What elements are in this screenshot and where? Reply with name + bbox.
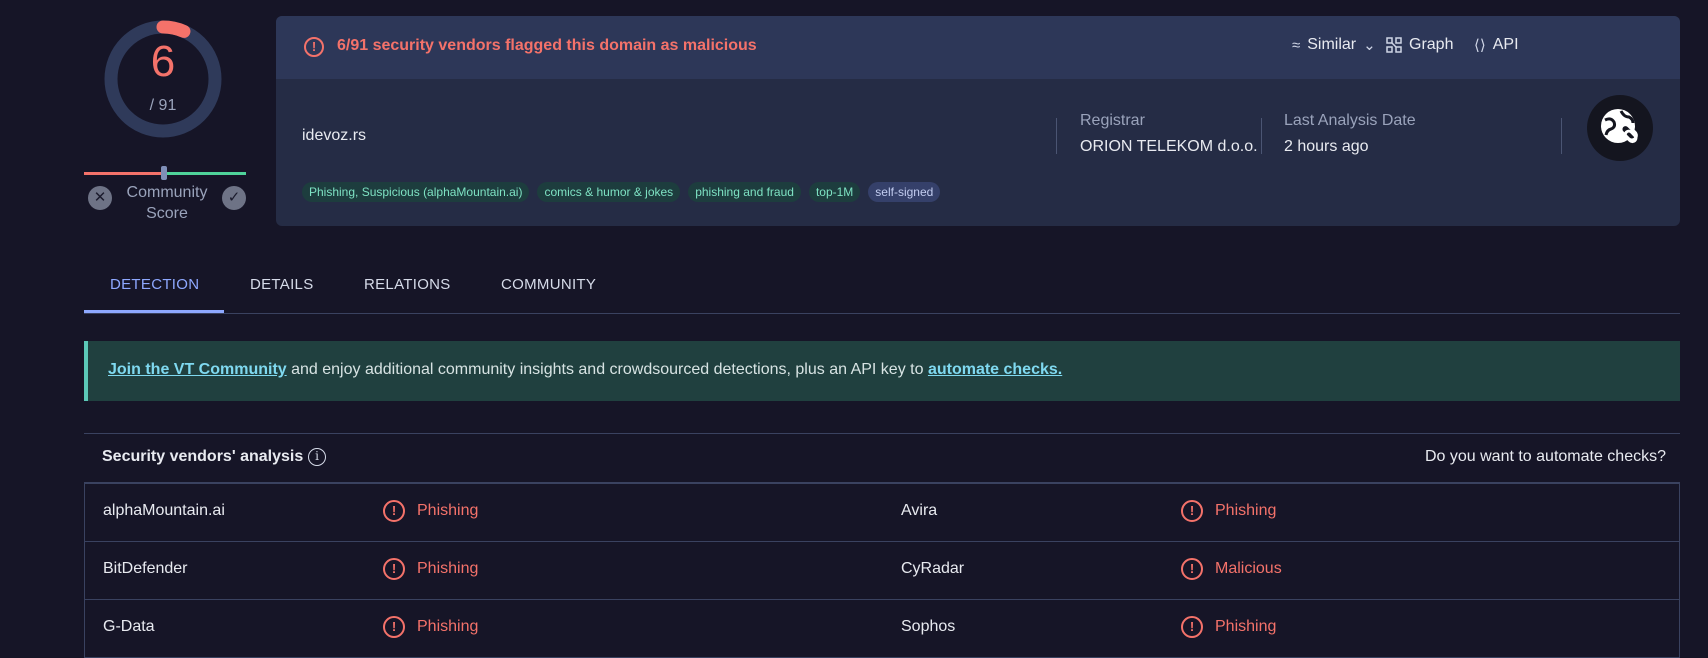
vendor-name: alphaMountain.ai: [103, 502, 225, 519]
alert-circle-icon: !: [383, 558, 405, 580]
graph-button[interactable]: Graph: [1386, 36, 1453, 54]
last-analysis-value: 2 hours ago: [1284, 138, 1369, 155]
automate-checks-link[interactable]: automate checks.: [928, 361, 1062, 378]
vendor-result: ! Phishing: [383, 558, 478, 580]
alert-circle-icon: !: [304, 37, 324, 57]
vendor-name: G-Data: [103, 618, 155, 635]
community-banner-text: Join the VT Community and enjoy addition…: [108, 361, 1062, 379]
community-score-label: Community Score: [112, 182, 222, 224]
vendor-result: ! Phishing: [1181, 616, 1276, 638]
vendors-table: alphaMountain.ai ! Phishing Avira ! Phishi…: [84, 483, 1680, 658]
join-community-link[interactable]: Join the VT Community: [108, 361, 287, 378]
vendor-result: ! Phishing: [383, 616, 478, 638]
alert-bar: ! 6/91 security vendors flagged this dom…: [276, 16, 1680, 79]
tag-item[interactable]: phishing and fraud: [688, 182, 801, 202]
table-row: BitDefender ! Phishing CyRadar ! Malicious: [85, 542, 1679, 600]
vote-malicious-button[interactable]: ✕: [88, 186, 112, 210]
table-row: G-Data ! Phishing Sophos ! Phishing: [85, 600, 1679, 658]
graph-icon: [1386, 37, 1402, 53]
community-label-line1: Community: [126, 184, 208, 201]
tabs-divider: [84, 313, 1680, 314]
vendor-name: Avira: [901, 502, 938, 519]
score-total: / 91: [149, 97, 177, 114]
vendor-result: ! Malicious: [1181, 558, 1282, 580]
vendor-result-label: Phishing: [417, 502, 479, 519]
domain-summary-card: ! 6/91 security vendors flagged this dom…: [276, 16, 1680, 226]
security-vendors-section: Security vendors' analysis i Do you want…: [84, 433, 1680, 658]
tab-detection[interactable]: DETECTION: [110, 276, 199, 293]
alert-circle-icon: !: [1181, 500, 1203, 522]
vendor-result: ! Phishing: [383, 500, 478, 522]
detection-score-ring: 6 / 91: [96, 12, 230, 146]
registrar-label: Registrar: [1080, 112, 1145, 129]
api-button[interactable]: ⟨⟩ API: [1474, 36, 1519, 54]
vendor-result: ! Phishing: [1181, 500, 1276, 522]
vendors-title: Security vendors' analysis: [102, 448, 304, 465]
divider: [1561, 118, 1562, 154]
tab-relations[interactable]: RELATIONS: [364, 276, 451, 293]
vendor-result-label: Phishing: [417, 560, 479, 577]
community-score-knob: [161, 166, 167, 180]
graph-label: Graph: [1409, 36, 1454, 53]
automate-checks-prompt[interactable]: Do you want to automate checks?: [1425, 448, 1666, 466]
globe-link-icon: [1601, 109, 1638, 144]
vendor-result-label: Phishing: [417, 618, 479, 635]
tab-community[interactable]: COMMUNITY: [501, 276, 596, 293]
community-bar-negative: [84, 172, 165, 175]
api-label: API: [1492, 36, 1519, 53]
vendor-name: BitDefender: [103, 560, 188, 577]
api-brackets-icon: ⟨⟩: [1474, 37, 1486, 54]
tag-item[interactable]: top-1M: [808, 182, 861, 202]
info-icon[interactable]: i: [308, 448, 326, 466]
tab-details[interactable]: DETAILS: [250, 276, 314, 293]
domain-globe-link-icon: [1587, 95, 1653, 161]
alert-circle-icon: !: [1181, 558, 1203, 580]
community-banner: Join the VT Community and enjoy addition…: [84, 341, 1680, 401]
tag-item[interactable]: Phishing, Suspicious (alphaMountain.ai): [302, 182, 530, 202]
community-bar-positive: [165, 172, 246, 175]
vendor-result-label: Phishing: [1215, 502, 1277, 519]
vendor-name: Sophos: [901, 618, 956, 635]
community-label-line2: Score: [146, 205, 188, 222]
registrar-value: ORION TELEKOM d.o.o.: [1080, 138, 1258, 155]
tag-list: Phishing, Suspicious (alphaMountain.ai) …: [302, 182, 941, 202]
tag-item[interactable]: self-signed: [868, 182, 941, 202]
vendors-header: Security vendors' analysis i Do you want…: [84, 433, 1680, 483]
similar-waves-icon: ≈: [1292, 36, 1301, 54]
vendor-name: CyRadar: [901, 560, 965, 577]
vote-harmless-button[interactable]: ✓: [222, 186, 246, 210]
chevron-down-icon: ⌄: [1363, 37, 1376, 54]
score-value: 6: [150, 37, 176, 86]
domain-name[interactable]: idevoz.rs: [302, 127, 366, 145]
divider: [1056, 118, 1057, 154]
banner-middle-text: and enjoy additional community insights …: [286, 361, 928, 378]
similar-label: Similar: [1307, 36, 1357, 53]
alert-circle-icon: !: [383, 616, 405, 638]
alert-circle-icon: !: [1181, 616, 1203, 638]
table-row: alphaMountain.ai ! Phishing Avira ! Phishi…: [85, 484, 1679, 542]
vendor-result-label: Phishing: [1215, 618, 1277, 635]
divider: [1261, 118, 1262, 154]
alert-circle-icon: !: [383, 500, 405, 522]
similar-button[interactable]: ≈ Similar ⌄: [1292, 36, 1376, 54]
last-analysis-label: Last Analysis Date: [1284, 112, 1416, 129]
vendor-result-label: Malicious: [1215, 560, 1282, 577]
community-score: ✕ Community Score ✓: [84, 166, 250, 230]
malicious-alert-text: 6/91 security vendors flagged this domai…: [337, 37, 757, 54]
tag-item[interactable]: comics & humor & jokes: [537, 182, 681, 202]
